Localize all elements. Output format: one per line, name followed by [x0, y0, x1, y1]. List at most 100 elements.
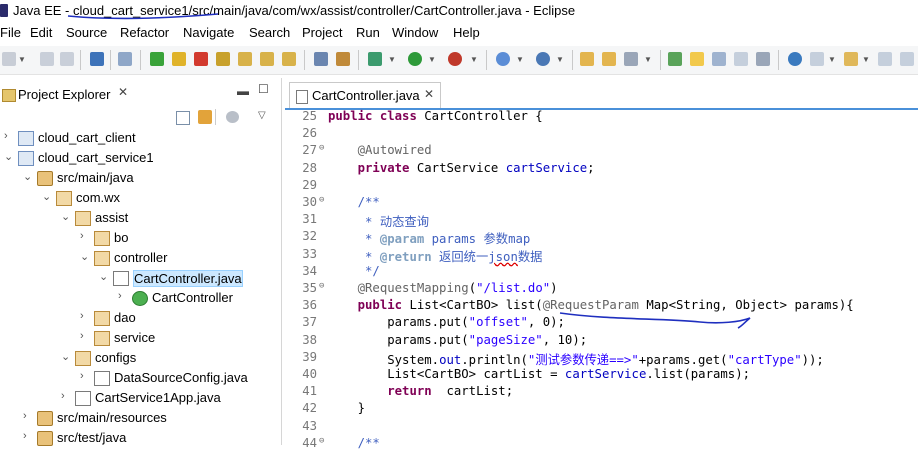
menu-window[interactable]: Window: [392, 25, 438, 40]
chevron-down-icon[interactable]: ▼: [470, 55, 478, 64]
chevron-right-icon[interactable]: ›: [80, 230, 90, 242]
fold-toggle-icon[interactable]: ⊖: [319, 143, 324, 153]
code-line[interactable]: 44 ⊖ /**: [285, 435, 918, 452]
tree-item[interactable]: ⌄ assist: [0, 208, 280, 228]
tree-item[interactable]: › CartController: [0, 288, 280, 308]
collapse-all-icon[interactable]: [176, 111, 190, 125]
view-menu-icon[interactable]: ▽: [258, 110, 266, 121]
tree-item[interactable]: › src/main/resources: [0, 408, 280, 428]
open-folder-icon[interactable]: [602, 52, 616, 66]
chevron-right-icon[interactable]: ›: [61, 390, 71, 402]
back-icon[interactable]: [878, 52, 892, 66]
block-selection-icon[interactable]: [712, 52, 726, 66]
toggle-mark-occurrences-icon[interactable]: [668, 52, 682, 66]
chevron-down-icon[interactable]: ⌄: [61, 210, 71, 223]
tree-item[interactable]: › DataSourceConfig.java: [0, 368, 280, 388]
tree-item[interactable]: › dao: [0, 308, 280, 328]
chevron-right-icon[interactable]: ›: [23, 410, 33, 422]
tree-item[interactable]: ⌄ configs: [0, 348, 280, 368]
code-line[interactable]: 27 ⊖ @Autowired: [285, 142, 918, 159]
close-icon[interactable]: ✕: [118, 85, 128, 99]
chevron-right-icon[interactable]: ›: [80, 330, 90, 342]
chevron-down-icon[interactable]: ▼: [516, 55, 524, 64]
code-line[interactable]: 28 private CartService cartService;: [285, 160, 918, 177]
menu-project[interactable]: Project: [302, 25, 342, 40]
run-icon[interactable]: [408, 52, 422, 66]
code-line[interactable]: 29: [285, 177, 918, 194]
tree-item[interactable]: ⌄ src/main/java: [0, 168, 280, 188]
menu-run[interactable]: Run: [356, 25, 380, 40]
code-line[interactable]: 35 ⊖ @RequestMapping("/list.do"): [285, 280, 918, 297]
menu-search[interactable]: Search: [249, 25, 290, 40]
tree-item[interactable]: ⌄ controller: [0, 248, 280, 268]
chevron-down-icon[interactable]: ⌄: [42, 190, 52, 203]
chevron-down-icon[interactable]: ▼: [644, 55, 652, 64]
java-editor[interactable]: CartController.java ✕ 25 public class Car…: [285, 78, 918, 450]
chevron-down-icon[interactable]: ▼: [862, 55, 870, 64]
external-tools-icon[interactable]: [448, 52, 462, 66]
next-annotation-icon[interactable]: [844, 52, 858, 66]
disconnect-icon[interactable]: [216, 52, 230, 66]
code-line[interactable]: 42 }: [285, 400, 918, 417]
chevron-right-icon[interactable]: ›: [23, 430, 33, 442]
menu-refactor[interactable]: Refactor: [120, 25, 169, 40]
code-line[interactable]: 36 public List<CartBO> list(@RequestPara…: [285, 297, 918, 314]
tree-item[interactable]: › cloud_cart_client: [0, 128, 280, 148]
step-over-icon[interactable]: [260, 52, 274, 66]
code-line[interactable]: 33 * @return 返回统一json数据: [285, 246, 918, 264]
word-wrap-icon[interactable]: [756, 52, 770, 66]
tree-item[interactable]: ⌄ com.wx: [0, 188, 280, 208]
chevron-right-icon[interactable]: ›: [80, 310, 90, 322]
tree-item[interactable]: › src/test/java: [0, 428, 280, 448]
code-line[interactable]: 43: [285, 418, 918, 435]
chevron-right-icon[interactable]: ›: [80, 370, 90, 382]
fold-toggle-icon[interactable]: ⊖: [319, 436, 324, 446]
chevron-right-icon[interactable]: ›: [4, 130, 14, 142]
menu-file[interactable]: File: [0, 25, 21, 40]
code-line[interactable]: 37 params.put("offset", 0);: [285, 314, 918, 331]
tree-item[interactable]: ⌄ cloud_cart_service1: [0, 148, 280, 168]
tab-project-explorer[interactable]: Project Explorer ✕: [0, 80, 140, 108]
skip-breakpoints-icon[interactable]: [118, 52, 132, 66]
new-icon[interactable]: [2, 52, 16, 66]
chevron-down-icon[interactable]: ⌄: [4, 150, 14, 163]
fold-toggle-icon[interactable]: ⊖: [319, 281, 324, 291]
new-class-icon[interactable]: [536, 52, 550, 66]
menu-edit[interactable]: Edit: [30, 25, 52, 40]
menu-help[interactable]: Help: [453, 25, 480, 40]
code-line[interactable]: 39 System.out.println("测试参数传递==>"+params…: [285, 349, 918, 367]
chevron-down-icon[interactable]: ▼: [18, 55, 26, 64]
search-icon[interactable]: [624, 52, 638, 66]
menu-navigate[interactable]: Navigate: [183, 25, 234, 40]
tree-item[interactable]: › service: [0, 328, 280, 348]
chevron-down-icon[interactable]: ⌄: [61, 350, 71, 363]
code-line[interactable]: 25 public class CartController {: [285, 108, 918, 125]
code-line[interactable]: 34 */: [285, 263, 918, 280]
tree-item[interactable]: ⌄ CartController.java: [0, 268, 280, 288]
code-line[interactable]: 38 params.put("pageSize", 10);: [285, 332, 918, 349]
show-whitespace-icon[interactable]: [734, 52, 748, 66]
save-icon[interactable]: [40, 52, 54, 66]
chevron-down-icon[interactable]: ▼: [556, 55, 564, 64]
new-server-icon[interactable]: [496, 52, 510, 66]
minimize-icon[interactable]: ▬: [237, 84, 249, 98]
highlight-icon[interactable]: [690, 52, 704, 66]
chevron-down-icon[interactable]: ▼: [828, 55, 836, 64]
step-into-icon[interactable]: [238, 52, 252, 66]
chevron-right-icon[interactable]: ›: [118, 290, 128, 302]
web-browser-icon[interactable]: [788, 52, 802, 66]
code-line[interactable]: 40 List<CartBO> cartList = cartService.l…: [285, 366, 918, 383]
tree-item[interactable]: › bo: [0, 228, 280, 248]
suspend-icon[interactable]: [172, 52, 186, 66]
tree-item[interactable]: › CartService1App.java: [0, 388, 280, 408]
close-icon[interactable]: ✕: [424, 87, 434, 101]
menu-source[interactable]: Source: [66, 25, 107, 40]
filters-icon[interactable]: [226, 111, 239, 123]
code-line[interactable]: 30 ⊖ /**: [285, 194, 918, 211]
chevron-down-icon[interactable]: ▼: [388, 55, 396, 64]
resume-icon[interactable]: [150, 52, 164, 66]
fold-toggle-icon[interactable]: ⊖: [319, 195, 324, 205]
chevron-down-icon[interactable]: ⌄: [99, 270, 109, 283]
print-icon[interactable]: [90, 52, 104, 66]
chevron-down-icon[interactable]: ⌄: [80, 250, 90, 263]
